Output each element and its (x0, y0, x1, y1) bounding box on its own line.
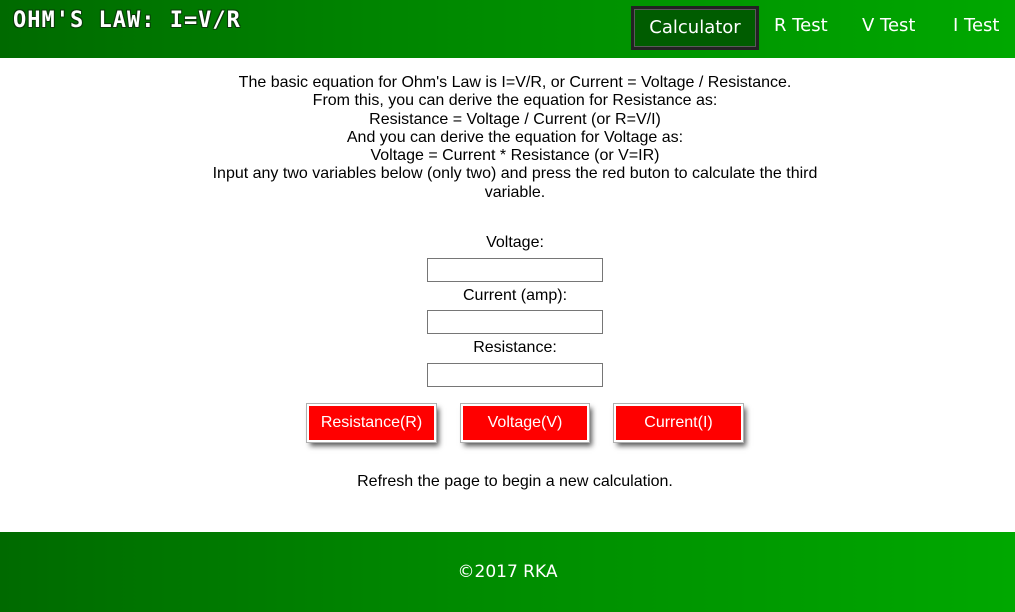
intro-line: And you can derive the equation for Volt… (346, 128, 684, 146)
site-header: OHM'S LAW: I=V/R Calculator R Test V Tes… (0, 0, 1015, 58)
intro-line: Voltage = Current * Resistance (or V=IR) (370, 147, 660, 165)
intro-line: Input any two variables below (only two)… (212, 165, 818, 201)
nav-r-test[interactable]: R Test (774, 6, 828, 50)
calculate-current-button[interactable]: Current(I) (613, 403, 744, 443)
intro-line: The basic equation for Ohm's Law is I=V/… (238, 74, 792, 91)
intro-line: From this, you can derive the equation f… (312, 92, 718, 110)
intro-line: Resistance = Voltage / Current (or R=V/I… (369, 110, 661, 128)
nav-i-test[interactable]: I Test (953, 6, 999, 50)
copyright-text: ©2017 RKA (457, 562, 558, 582)
refresh-note: Refresh the page to begin a new calculat… (357, 473, 673, 490)
calculate-voltage-button[interactable]: Voltage(V) (460, 403, 590, 443)
site-footer: ©2017 RKA (0, 532, 1015, 612)
voltage-input[interactable] (427, 258, 603, 282)
nav-v-test[interactable]: V Test (862, 6, 915, 50)
resistance-input[interactable] (427, 363, 603, 387)
intro-text: The basic equation for Ohm's Law is I=V/… (200, 74, 830, 202)
site-title: OHM'S LAW: I=V/R (13, 8, 241, 33)
calculate-resistance-button[interactable]: Resistance(R) (306, 403, 437, 443)
current-input[interactable] (427, 310, 603, 334)
nav-calculator[interactable]: Calculator (631, 6, 759, 50)
voltage-label: Voltage: (486, 234, 544, 251)
current-label: Current (amp): (462, 287, 568, 304)
resistance-label: Resistance: (473, 339, 557, 356)
